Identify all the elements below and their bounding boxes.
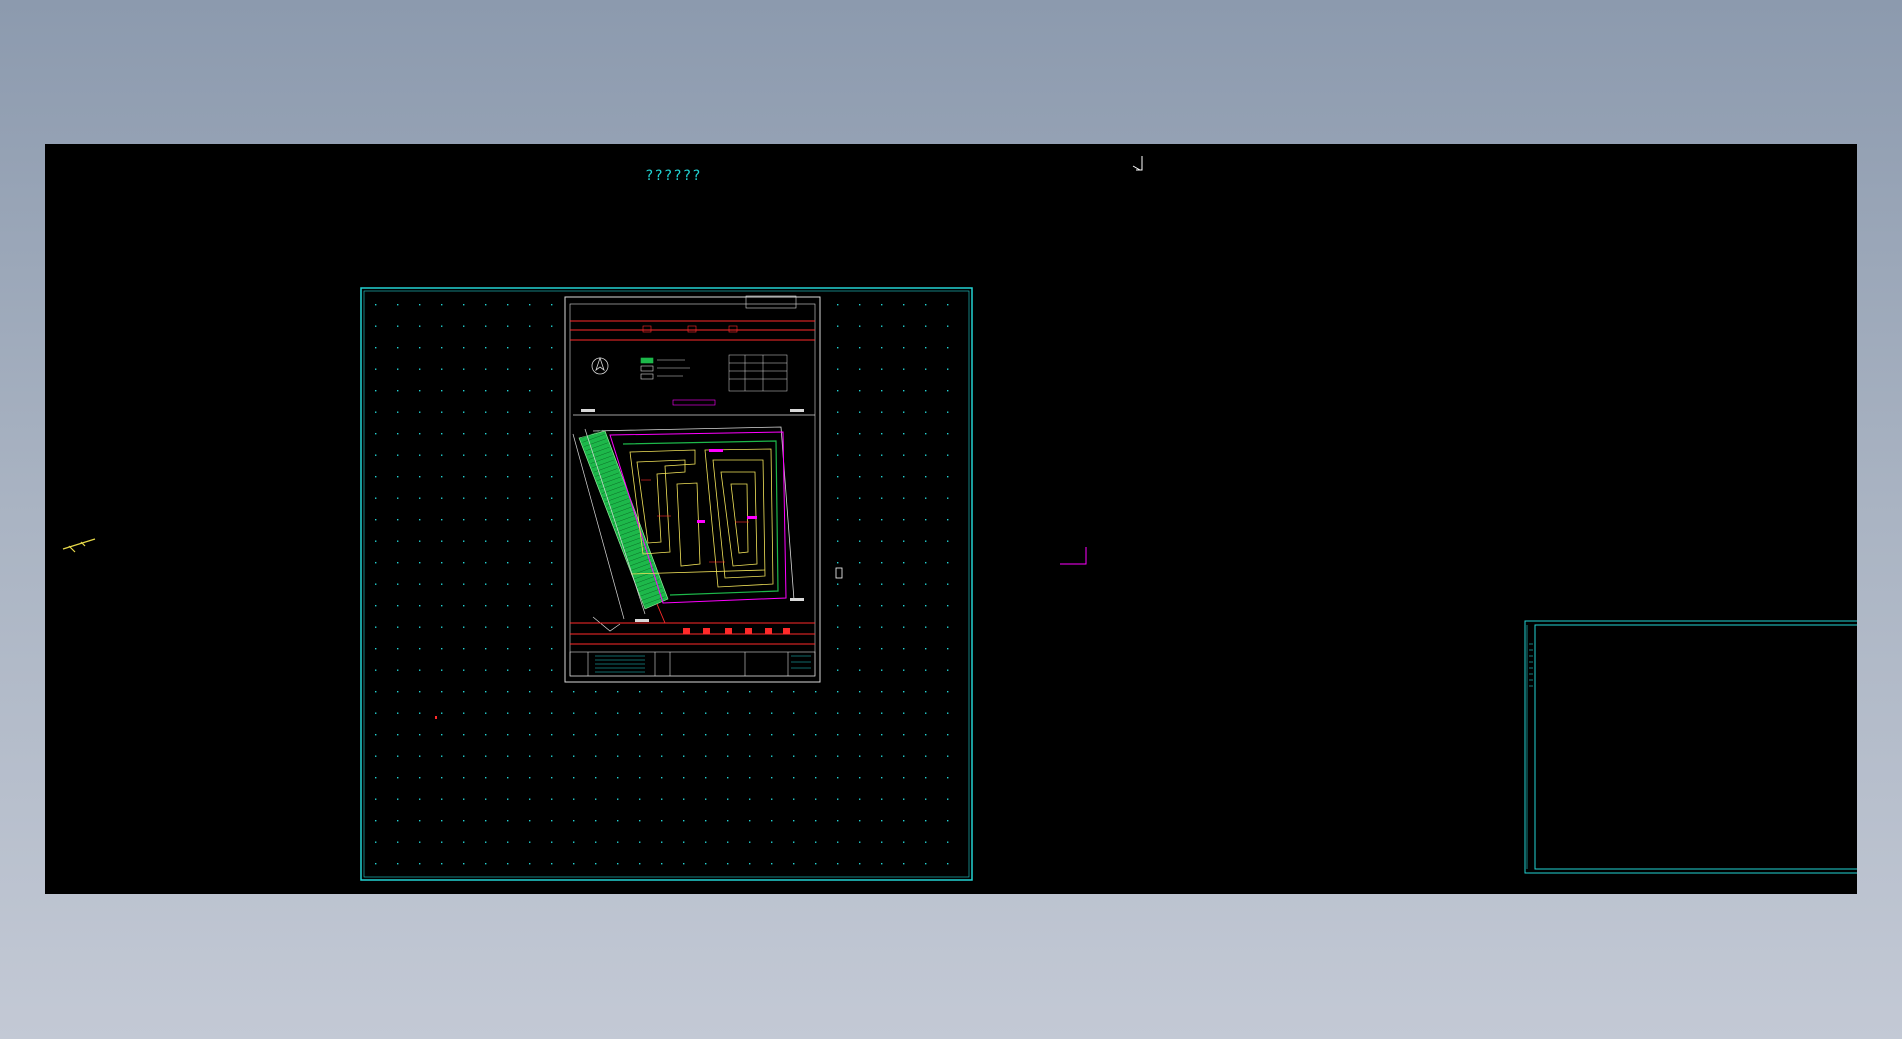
drawing-canvas[interactable] bbox=[45, 144, 1857, 894]
cad-model-space[interactable]: ?????? bbox=[45, 144, 1857, 894]
insertion-marker bbox=[835, 567, 843, 579]
site-plan-drawing bbox=[564, 295, 821, 683]
point-marker bbox=[435, 716, 437, 719]
ucs-icon bbox=[62, 538, 96, 553]
empty-sheet-frame bbox=[1524, 620, 1857, 874]
boundary-corner-marker bbox=[1060, 547, 1087, 565]
crosshair-cursor-icon bbox=[1132, 156, 1143, 171]
